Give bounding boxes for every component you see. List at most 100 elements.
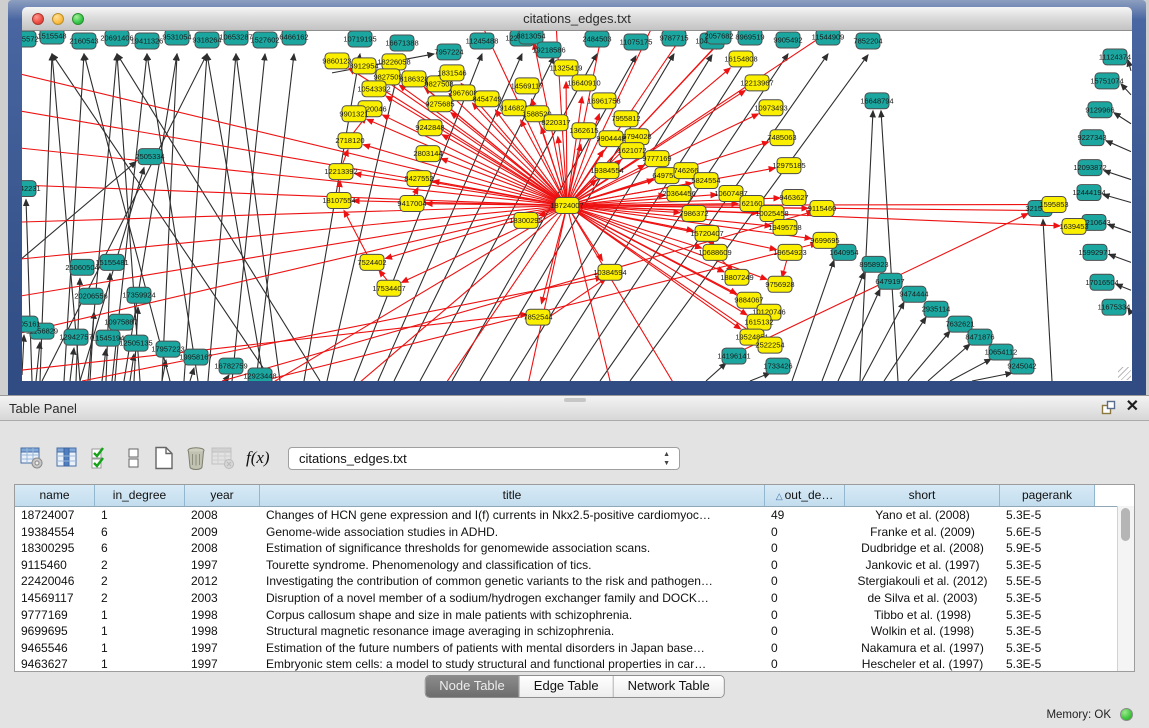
table-row[interactable]: 911546021997Tourette syndrome. Phenomeno… (15, 557, 1134, 574)
graph-node[interactable]: 17534407 (372, 280, 405, 296)
graph-edge[interactable] (1043, 219, 1052, 381)
graph-node[interactable]: 18300295 (509, 212, 542, 228)
table-options-icon[interactable] (20, 446, 44, 470)
graph-node[interactable]: 9531054 (162, 31, 191, 45)
graph-node[interactable]: 11325419 (550, 60, 583, 76)
graph-node[interactable]: 15992971 (1078, 244, 1111, 260)
graph-node[interactable]: 12923448 (243, 368, 276, 381)
window-titlebar[interactable]: citations_edges.txt (22, 7, 1132, 31)
graph-edge[interactable] (1109, 254, 1131, 262)
function-builder-icon[interactable]: f(x) (246, 448, 270, 472)
graph-node[interactable]: 9463627 (779, 190, 808, 206)
table-row[interactable]: 969969511998Structural magnetic resonanc… (15, 623, 1134, 640)
float-panel-button[interactable] (1101, 400, 1116, 415)
graph-node[interactable]: 8454749 (472, 91, 501, 107)
graph-node[interactable]: 12213392 (324, 164, 357, 180)
graph-node[interactable]: 10719195 (343, 31, 376, 47)
graph-node[interactable]: 15720407 (690, 225, 723, 241)
graph-edge[interactable] (117, 54, 320, 381)
graph-node[interactable]: 1515548 (37, 31, 66, 44)
graph-node[interactable]: 10973493 (754, 100, 787, 116)
graph-edge[interactable] (1106, 141, 1131, 152)
table-row[interactable]: 1456911722003Disruption of a novel membe… (15, 590, 1134, 607)
graph-node[interactable]: 5824554 (691, 173, 720, 189)
graph-node[interactable]: 6466162 (279, 31, 308, 45)
graph-node[interactable]: 9275685 (425, 96, 454, 112)
graph-node[interactable]: 8471876 (965, 329, 994, 345)
tab-network-table[interactable]: Network Table (614, 676, 724, 697)
graph-node[interactable]: 9245042 (1007, 358, 1036, 374)
graph-edge[interactable] (232, 54, 265, 381)
column-header-in_degree[interactable]: in_degree (95, 485, 185, 506)
column-header-short[interactable]: short (845, 485, 1000, 506)
graph-node[interactable]: 9474444 (899, 286, 928, 302)
graph-node[interactable]: 19495758 (768, 219, 801, 235)
graph-node[interactable]: 9777169 (642, 151, 671, 167)
graph-node[interactable]: 20364456 (662, 186, 695, 202)
window-resize-grip[interactable] (1118, 367, 1131, 380)
column-header-out_degree[interactable]: △out_de… (765, 485, 845, 506)
graph-node[interactable]: 10384594 (593, 264, 626, 280)
graph-node[interactable]: 7524402 (357, 254, 386, 270)
graph-node[interactable]: 10688609 (698, 244, 731, 260)
graph-node[interactable]: 17359924 (122, 287, 155, 303)
graph-edge[interactable] (792, 260, 834, 381)
graph-edge[interactable] (860, 111, 873, 381)
graph-node[interactable]: 9756928 (765, 276, 794, 292)
graph-node[interactable]: 7485063 (767, 130, 796, 146)
column-header-pagerank[interactable]: pagerank (1000, 485, 1095, 506)
graph-node[interactable]: 8220317 (541, 115, 570, 131)
close-panel-button[interactable]: ✕ (1126, 399, 1139, 415)
graph-edge[interactable] (207, 54, 264, 381)
graph-edge[interactable] (822, 272, 864, 381)
graph-node[interactable]: 18807249 (720, 269, 753, 285)
graph-node[interactable]: 10654112 (985, 344, 1018, 360)
graph-edge[interactable] (706, 363, 726, 381)
table-row[interactable]: 946554611997Estimation of the future num… (15, 640, 1134, 657)
graph-node[interactable]: 11075175 (620, 34, 653, 50)
graph-node[interactable]: 10543392 (357, 81, 390, 97)
graph-node[interactable]: 1639453 (1059, 218, 1088, 234)
graph-edge[interactable] (950, 359, 991, 381)
graph-edge[interactable] (527, 206, 567, 381)
graph-edge[interactable] (1108, 224, 1131, 232)
graph-node[interactable]: 2405572 (22, 31, 39, 47)
graph-edge[interactable] (1114, 113, 1131, 124)
selection-mode-icon[interactable] (90, 446, 114, 470)
graph-node[interactable]: 9860123 (322, 53, 351, 69)
graph-edge[interactable] (304, 54, 360, 381)
graph-node[interactable]: 2522254 (755, 337, 784, 353)
graph-node[interactable]: 15155481 (95, 254, 128, 270)
show-columns-icon[interactable] (55, 446, 79, 470)
row-height-icon[interactable] (122, 446, 146, 470)
graph-node[interactable]: 2484503 (582, 31, 611, 47)
graph-node[interactable]: 11544909 (812, 31, 845, 45)
graph-edge[interactable] (190, 368, 194, 381)
graph-node[interactable]: 19958167 (179, 349, 212, 365)
graph-node[interactable]: 7955812 (611, 111, 640, 127)
graph-node[interactable]: 19654923 (773, 244, 806, 260)
graph-node[interactable]: 9242848 (415, 120, 444, 136)
graph-node[interactable]: 6479197 (875, 273, 904, 289)
graph-edge[interactable] (22, 162, 136, 259)
graph-edge[interactable] (1128, 60, 1131, 71)
graph-edge[interactable] (256, 54, 294, 381)
graph-node[interactable]: 11675334 (1098, 299, 1131, 315)
graph-node[interactable]: 1831546 (437, 65, 466, 81)
graph-node[interactable]: 9115460 (808, 201, 837, 217)
graph-node[interactable]: 8958923 (859, 256, 888, 272)
graph-edge[interactable] (22, 206, 567, 337)
graph-node[interactable]: 20206556 (74, 288, 107, 304)
graph-edge[interactable] (82, 277, 602, 381)
graph-node[interactable]: 15751074 (1090, 73, 1123, 89)
graph-node[interactable]: 2803144 (413, 146, 442, 162)
table-scrollbar[interactable] (1117, 506, 1134, 671)
graph-edge[interactable] (1121, 84, 1131, 95)
graph-node[interactable]: 12444194 (1072, 185, 1105, 201)
graph-node[interactable]: 10975887 (104, 314, 137, 330)
table-row[interactable]: 977716911998Corpus callosum shape and si… (15, 607, 1134, 624)
scrollbar-thumb[interactable] (1121, 508, 1130, 541)
graph-node[interactable]: 19218586 (532, 42, 565, 58)
graph-node[interactable]: 8505161 (22, 316, 41, 332)
column-header-name[interactable]: name (15, 485, 95, 506)
